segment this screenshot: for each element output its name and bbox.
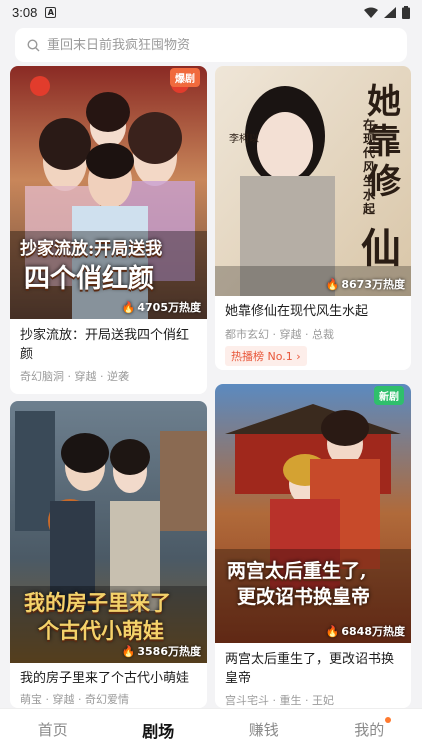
new-badge: 新剧 (374, 386, 404, 405)
poster-title-line: 更改诏书换皇帝 (237, 586, 371, 608)
drama-card[interactable]: 我的房子里来了 个古代小萌娃 🔥 3586万热度 我的房子里来了个古代小萌娃 萌宝… (10, 401, 207, 708)
search-bar[interactable] (15, 28, 407, 62)
drama-title[interactable]: 两宫太后重生了，更改诏书换皇帝 (225, 650, 403, 688)
flame-icon: 🔥 (325, 277, 340, 291)
sim-indicator-icon: A (45, 6, 57, 18)
poster-title-line: 个古代小萌娃 (38, 618, 164, 643)
poster-title-line: 两宫太后重生了, (227, 560, 367, 582)
signal-icon (384, 6, 396, 18)
heat-count: 🔥 4705万热度 (121, 300, 201, 315)
drama-tags: 奇幻脑洞 · 穿越 · 逆袭 (20, 370, 129, 383)
drama-poster[interactable]: 她 靠 修 仙 在现代风生水起 李柯以 🔥 8673万热度 (215, 66, 411, 296)
notification-dot (385, 717, 392, 723)
poster-title-line: 四个俏红颜 (24, 264, 155, 294)
search-icon (27, 38, 40, 51)
poster-title-line: 仙 (361, 225, 401, 272)
poster-actor-name: 李柯以 (229, 134, 259, 145)
drama-card[interactable]: 新剧 两宫太后重生了, 更改诏书换皇帝 🔥 6848万热度 两宫太后重生了，更改诏… (215, 384, 411, 708)
clock: 3:08 (12, 4, 38, 20)
poster-title-line: 抄家流放:开局送我 (20, 239, 163, 259)
heat-count: 🔥 3586万热度 (121, 644, 201, 659)
battery-icon (402, 5, 410, 19)
drama-title[interactable]: 她靠修仙在现代风生水起 (225, 302, 403, 321)
flame-icon: 🔥 (121, 644, 136, 658)
drama-tags: 宫斗宅斗 · 重生 · 王妃 (225, 694, 334, 707)
drama-poster[interactable]: 新剧 两宫太后重生了, 更改诏书换皇帝 🔥 6848万热度 (215, 384, 411, 643)
drama-poster[interactable]: 爆剧 抄家流放:开局送我 四个俏红颜 🔥 4705万热度 (10, 66, 207, 319)
heat-count: 🔥 8673万热度 (325, 277, 405, 292)
tab-profile[interactable]: 我的 (317, 717, 422, 740)
hot-badge: 爆剧 (170, 68, 200, 87)
tab-home[interactable]: 首页 (0, 719, 106, 740)
drama-tags: 萌宝 · 穿越 · 奇幻爱情 (20, 693, 129, 706)
drama-feed[interactable]: 爆剧 抄家流放:开局送我 四个俏红颜 🔥 4705万热度 抄家流放：开局送我四个俏… (0, 66, 422, 708)
search-input[interactable] (47, 37, 387, 53)
poster-title-line: 我的房子里来了 (24, 590, 171, 615)
tab-earn[interactable]: 赚钱 (211, 719, 317, 740)
poster-subtitle: 在现代风生水起 (363, 118, 376, 216)
drama-card[interactable]: 她 靠 修 仙 在现代风生水起 李柯以 🔥 8673万热度 她靠修仙在现代风生水起… (215, 66, 411, 370)
status-bar: 3:08 A (0, 0, 422, 24)
drama-title[interactable]: 我的房子里来了个古代小萌娃 (20, 669, 199, 688)
drama-card[interactable]: 爆剧 抄家流放:开局送我 四个俏红颜 🔥 4705万热度 抄家流放：开局送我四个俏… (10, 66, 207, 394)
drama-tags: 都市玄幻 · 穿越 · 总裁 (225, 328, 334, 341)
drama-poster[interactable]: 我的房子里来了 个古代小萌娃 🔥 3586万热度 (10, 401, 207, 663)
bottom-tab-bar: 首页 剧场 赚钱 我的 (0, 708, 422, 750)
drama-title[interactable]: 抄家流放：开局送我四个俏红颜 (20, 326, 199, 364)
wifi-icon (364, 7, 378, 18)
rank-badge[interactable]: 热播榜 No.1 › (225, 346, 307, 366)
flame-icon: 🔥 (121, 300, 136, 314)
tab-profile-label: 我的 (354, 721, 385, 739)
flame-icon: 🔥 (325, 624, 340, 638)
heat-count: 🔥 6848万热度 (325, 624, 405, 639)
tab-theater[interactable]: 剧场 (106, 718, 212, 742)
